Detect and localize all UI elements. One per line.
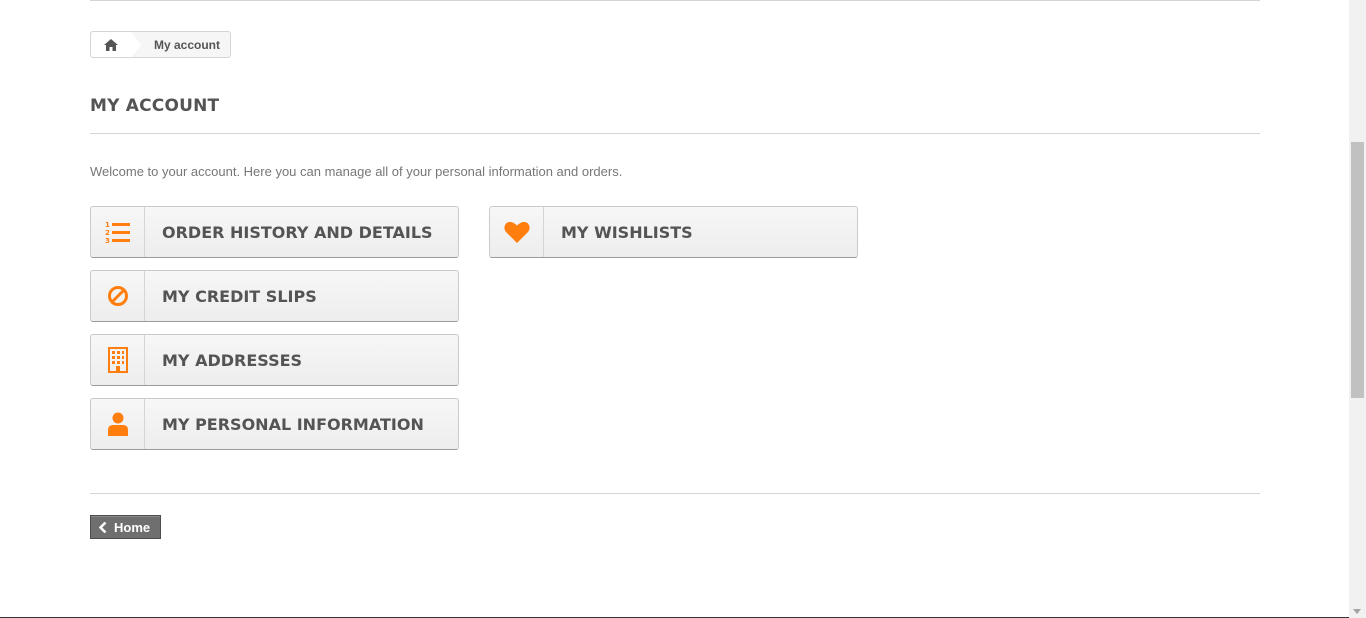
account-links-left: 1 2 3 Order history and details My credi…	[90, 206, 459, 462]
breadcrumb-home-link[interactable]	[91, 32, 131, 57]
scrollbar-thumb[interactable]	[1351, 142, 1364, 398]
top-divider	[90, 0, 1260, 1]
vertical-scrollbar[interactable]	[1349, 0, 1366, 618]
home-button-label: Home	[114, 519, 151, 535]
order-history-button[interactable]: 1 2 3 Order history and details	[90, 206, 459, 258]
account-links-right: My wishlists	[489, 206, 858, 270]
building-icon	[91, 335, 145, 385]
addresses-button[interactable]: My addresses	[90, 334, 459, 386]
user-icon	[91, 399, 145, 449]
page-title: My account	[90, 96, 1260, 134]
svg-text:1: 1	[105, 221, 110, 229]
addresses-label: My addresses	[162, 350, 303, 370]
credit-slips-button[interactable]: My credit slips	[90, 270, 459, 322]
order-history-label: Order history and details	[162, 222, 433, 242]
personal-information-label: My personal information	[162, 414, 424, 434]
ordered-list-icon: 1 2 3	[91, 207, 145, 257]
breadcrumb: My account	[90, 31, 232, 58]
credit-slips-label: My credit slips	[162, 286, 317, 306]
wishlists-button[interactable]: My wishlists	[489, 206, 858, 258]
footer-divider	[90, 493, 1260, 494]
account-intro-text: Welcome to your account. Here you can ma…	[90, 164, 623, 179]
home-icon	[104, 38, 118, 51]
svg-text:3: 3	[105, 237, 110, 244]
personal-information-button[interactable]: My personal information	[90, 398, 459, 450]
breadcrumb-separator	[131, 31, 141, 58]
wishlists-label: My wishlists	[561, 222, 693, 242]
breadcrumb-current: My account	[154, 37, 221, 52]
heart-icon	[490, 207, 544, 257]
svg-text:2: 2	[105, 229, 110, 237]
ban-icon	[91, 271, 145, 321]
home-button[interactable]: Home	[90, 515, 162, 539]
scroll-down-arrow-icon[interactable]	[1353, 609, 1361, 614]
chevron-left-icon	[99, 521, 107, 533]
